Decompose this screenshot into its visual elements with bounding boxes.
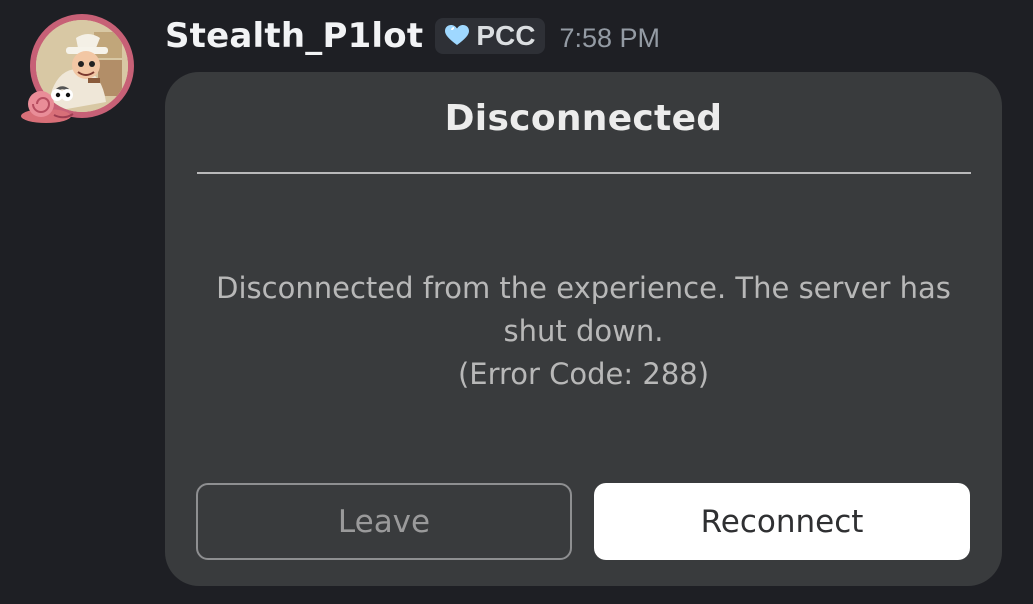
- chat-message: Stealth_P1lot PCC 7:58 PM Disconnected D…: [0, 0, 1033, 604]
- username[interactable]: Stealth_P1lot: [165, 16, 423, 56]
- server-tag[interactable]: PCC: [435, 18, 546, 54]
- snail-icon: [21, 89, 74, 123]
- disconnected-dialog: Disconnected Disconnected from the exper…: [165, 72, 1002, 586]
- leave-button[interactable]: Leave: [196, 483, 572, 560]
- dialog-title: Disconnected: [444, 98, 723, 139]
- dialog-message-block: Disconnected from the experience. The se…: [195, 267, 972, 396]
- dialog-message: Disconnected from the experience. The se…: [216, 271, 951, 348]
- reconnect-button[interactable]: Reconnect: [594, 483, 970, 560]
- dialog-divider: [197, 172, 971, 174]
- tag-label: PCC: [476, 20, 536, 51]
- message-timestamp: 7:58 PM: [559, 22, 660, 53]
- heart-shield-icon: [445, 25, 470, 45]
- message-header: Stealth_P1lot PCC 7:58 PM: [165, 12, 660, 60]
- user-avatar[interactable]: [21, 14, 134, 123]
- error-code: (Error Code: 288): [457, 357, 710, 391]
